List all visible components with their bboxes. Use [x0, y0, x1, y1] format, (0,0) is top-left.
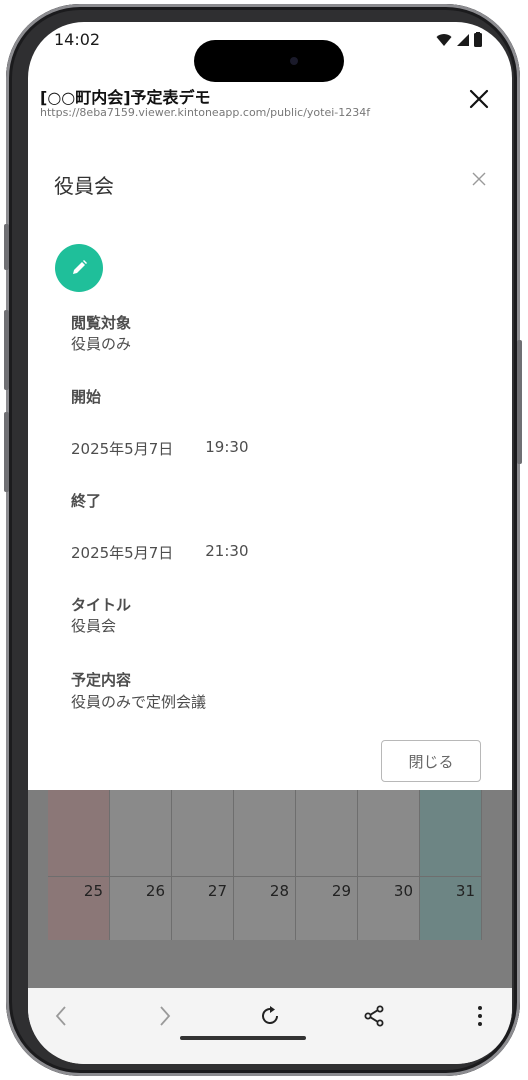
title-label: タイトル [71, 596, 132, 614]
status-bar: 14:02 [28, 22, 512, 82]
forward-icon[interactable] [152, 1004, 176, 1028]
calendar-day-cell[interactable]: 25 [48, 790, 110, 940]
screen: 14:02 [○○町内会]予定表デモ https://8eba7159.view… [28, 22, 512, 1064]
volume-down-button [4, 412, 9, 492]
end-datetime: 2025年5月7日 21:30 [71, 542, 249, 563]
end-date: 2025年5月7日 [71, 544, 174, 562]
edit-button[interactable] [55, 244, 103, 292]
page-title: [○○町内会]予定表デモ [40, 88, 211, 107]
wifi-icon [436, 33, 452, 46]
calendar-week: 25 26 27 28 29 30 31 [48, 790, 482, 940]
phone-frame: 14:02 [○○町内会]予定表デモ https://8eba7159.view… [4, 4, 522, 1076]
modal-close-icon[interactable] [472, 172, 486, 186]
start-label: 開始 [71, 388, 102, 406]
day-number: 30 [393, 882, 413, 900]
page-url[interactable]: https://8eba7159.viewer.kintoneapp.com/p… [40, 106, 370, 119]
start-date: 2025年5月7日 [71, 440, 174, 458]
day-number: 31 [455, 882, 475, 900]
camera-icon [290, 57, 298, 65]
dynamic-island [194, 40, 344, 82]
calendar-day-cell[interactable]: 31 [420, 790, 482, 940]
browser-header: [○○町内会]予定表デモ https://8eba7159.viewer.kin… [28, 80, 512, 142]
browser-nav-bar [28, 988, 512, 1064]
more-menu-icon[interactable] [468, 1004, 492, 1028]
calendar-day-cell[interactable]: 29 [296, 790, 358, 940]
end-time: 21:30 [205, 542, 249, 560]
pencil-icon [73, 260, 87, 274]
share-icon[interactable] [362, 1004, 386, 1028]
status-icons [436, 32, 482, 47]
start-datetime: 2025年5月7日 19:30 [71, 438, 249, 459]
status-time: 14:02 [54, 30, 101, 49]
day-number: 29 [331, 882, 351, 900]
content-value: 役員のみで定例会議 [71, 693, 207, 711]
modal-title: 役員会 [54, 174, 114, 198]
home-indicator[interactable] [180, 1036, 306, 1040]
event-detail-modal: 役員会 閲覧対象 役員のみ 開始 2025年5月7日 19:30 終了 2025… [28, 136, 512, 790]
calendar-day-cell[interactable]: 26 [110, 790, 172, 940]
battery-icon [474, 32, 482, 47]
content-label: 予定内容 [71, 671, 132, 689]
audience-value: 役員のみ [71, 335, 132, 353]
audience-label: 閲覧対象 [71, 314, 132, 332]
calendar-backdrop: 25 26 27 28 29 30 31 [28, 790, 512, 988]
close-button[interactable]: 閉じる [381, 740, 481, 782]
volume-up-button [4, 310, 9, 390]
back-icon[interactable] [50, 1004, 74, 1028]
power-button [517, 340, 522, 464]
day-number: 25 [83, 882, 103, 900]
calendar-day-cell[interactable]: 27 [172, 790, 234, 940]
close-icon[interactable] [466, 86, 492, 112]
day-number: 27 [207, 882, 227, 900]
start-time: 19:30 [205, 438, 249, 456]
title-value: 役員会 [71, 617, 117, 635]
day-number: 28 [269, 882, 289, 900]
calendar-day-cell[interactable]: 28 [234, 790, 296, 940]
action-button [4, 224, 9, 270]
signal-icon [457, 33, 469, 46]
day-number: 26 [145, 882, 165, 900]
calendar-day-cell[interactable]: 30 [358, 790, 420, 940]
end-label: 終了 [71, 492, 102, 510]
reload-icon[interactable] [258, 1004, 282, 1028]
